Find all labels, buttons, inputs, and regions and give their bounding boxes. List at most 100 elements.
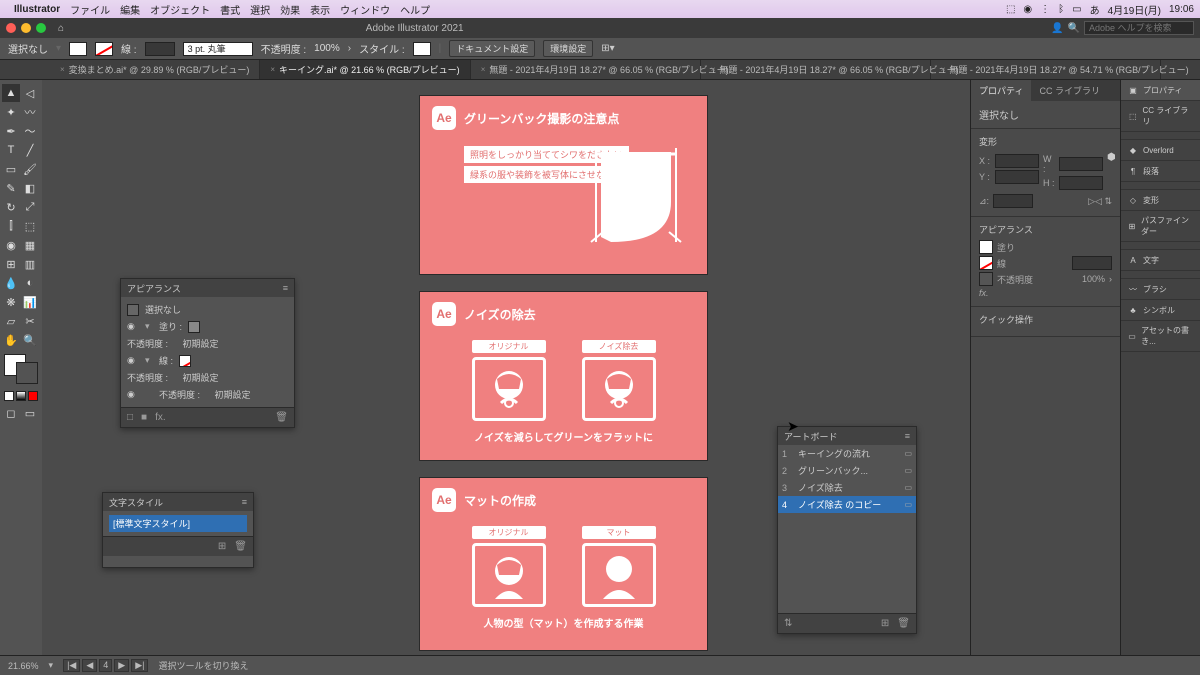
new-style-icon[interactable]: ⊞ — [218, 541, 226, 552]
slice-tool[interactable]: ✂ — [21, 312, 39, 330]
artboard-row[interactable]: 3ノイズ除去▭ — [778, 479, 916, 496]
menu-window[interactable]: ウィンドウ — [340, 2, 390, 17]
opacity-value[interactable]: 100% — [1082, 274, 1105, 284]
menu-effect[interactable]: 効果 — [280, 2, 300, 17]
panel-menu-icon[interactable]: ≡ — [242, 497, 247, 507]
zoom-level[interactable]: 21.66% — [8, 661, 39, 671]
strip-pathfinder[interactable]: ⊞パスファインダー — [1121, 211, 1200, 242]
artboard-icon[interactable]: ▭ — [904, 466, 912, 475]
pen-tool[interactable]: ✒ — [2, 122, 20, 140]
status-dropbox-icon[interactable]: ⬚ — [1006, 4, 1015, 15]
rotate-input[interactable] — [993, 194, 1033, 208]
strip-brushes[interactable]: 〰ブラシ — [1121, 279, 1200, 300]
artboards-panel[interactable]: アートボード≡ 1キーイングの流れ▭ 2グリーンバック...▭ 3ノイズ除去▭ … — [777, 426, 917, 634]
scale-tool[interactable]: ⤢ — [21, 198, 39, 216]
close-icon[interactable] — [6, 23, 16, 33]
doc-tab[interactable]: ×変換まとめ.ai* @ 29.89 % (RGB/プレビュー) — [50, 60, 260, 79]
free-transform-tool[interactable]: ⬚ — [21, 217, 39, 235]
eraser-tool[interactable]: ◧ — [21, 179, 39, 197]
home-icon[interactable]: ⌂ — [58, 23, 64, 34]
opacity-value[interactable]: 初期設定 — [183, 337, 219, 350]
strip-symbols[interactable]: ♣シンボル — [1121, 300, 1200, 321]
trash-icon[interactable]: 🗑 — [897, 618, 910, 629]
close-tab-icon[interactable]: × — [481, 65, 486, 74]
artboard-row[interactable]: 4ノイズ除去 のコピー▭ — [778, 496, 916, 513]
trash-icon[interactable]: 🗑 — [234, 541, 247, 552]
perspective-tool[interactable]: ▦ — [21, 236, 39, 254]
strip-overlord[interactable]: ◆Overlord — [1121, 140, 1200, 161]
menu-help[interactable]: ヘルプ — [400, 2, 430, 17]
menu-view[interactable]: 表示 — [310, 2, 330, 17]
align-icon[interactable]: ⊞▾ — [601, 43, 614, 54]
artboard-nav[interactable]: |◀◀4▶▶| — [63, 659, 148, 672]
close-tab-icon[interactable]: × — [60, 65, 65, 74]
search-icon[interactable]: 🔍 — [1068, 23, 1080, 34]
add-fill-icon[interactable]: ■ — [141, 412, 147, 423]
trash-icon[interactable]: 🗑 — [275, 412, 288, 423]
menu-type[interactable]: 書式 — [220, 2, 240, 17]
opacity-swatch[interactable] — [979, 272, 993, 286]
document-setup-button[interactable]: ドキュメント設定 — [449, 40, 535, 57]
color-chip[interactable] — [4, 391, 14, 401]
width-tool[interactable]: ⫿ — [2, 217, 20, 235]
stroke-weight-empty[interactable] — [145, 42, 175, 56]
direct-selection-tool[interactable]: ◁ — [21, 84, 39, 102]
opacity-value[interactable]: 初期設定 — [215, 388, 251, 401]
blend-tool[interactable]: ◐ — [21, 274, 39, 292]
visibility-icon[interactable]: ◉ — [127, 355, 139, 366]
stroke-weight-input[interactable] — [1072, 256, 1112, 270]
tab-cc-libraries[interactable]: CC ライブラリ — [1031, 80, 1108, 101]
paintbrush-tool[interactable]: 🖌 — [21, 160, 39, 178]
visibility-icon[interactable]: ◉ — [127, 321, 139, 332]
app-menu[interactable]: Illustrator — [14, 4, 60, 15]
new-artboard-icon[interactable]: ⊞ — [881, 618, 889, 629]
menu-edit[interactable]: 編集 — [120, 2, 140, 17]
artboard-icon[interactable]: ▭ — [904, 483, 912, 492]
artboard-tool[interactable]: ▱ — [2, 312, 20, 330]
graph-tool[interactable]: 📊 — [21, 293, 39, 311]
h-input[interactable] — [1059, 176, 1103, 190]
zoom-icon[interactable] — [36, 23, 46, 33]
rotate-tool[interactable]: ↻ — [2, 198, 20, 216]
draw-mode[interactable]: ◻ — [2, 404, 20, 422]
close-tab-icon[interactable]: × — [270, 65, 275, 74]
gradient-tool[interactable]: ▥ — [21, 255, 39, 273]
gradient-chip[interactable] — [16, 391, 26, 401]
menu-select[interactable]: 選択 — [250, 2, 270, 17]
doc-tab[interactable]: ×無題 - 2021年4月19日 18.27* @ 54.71 % (RGB/プ… — [931, 60, 1161, 79]
fill-swatch[interactable] — [69, 42, 87, 56]
panel-menu-icon[interactable]: ≡ — [283, 283, 288, 293]
lasso-tool[interactable]: 〰 — [21, 103, 39, 121]
w-input[interactable] — [1059, 157, 1103, 171]
fill-swatch[interactable] — [979, 240, 993, 254]
preferences-button[interactable]: 環境設定 — [543, 40, 593, 57]
canvas[interactable]: Ae グリーンバック撮影の注意点 照明をしっかり当ててシワをださない 緑系の服や… — [42, 80, 970, 655]
selection-tool[interactable]: ▲ — [2, 84, 20, 102]
artboard-noise[interactable]: Ae ノイズの除去 オリジナル ノイズ除去 ノイズを減らしてグリーンをフラットに — [420, 292, 707, 460]
strip-character[interactable]: A文字 — [1121, 250, 1200, 271]
text-style-panel[interactable]: 文字スタイル≡ [標準文字スタイル] ⊞🗑 — [102, 492, 254, 568]
status-bt-icon[interactable]: ᛒ — [1058, 4, 1064, 15]
fill-stroke-control[interactable] — [4, 354, 38, 384]
rectangle-tool[interactable]: ▭ — [2, 160, 20, 178]
hand-tool[interactable]: ✋ — [2, 331, 20, 349]
appearance-panel[interactable]: アピアランス≡ 選択なし ◉▾塗り : 不透明度 : 初期設定 ◉▾線 : 不透… — [120, 278, 295, 428]
style-swatch[interactable] — [413, 42, 431, 56]
doc-tab[interactable]: ×無題 - 2021年4月19日 18.27* @ 66.05 % (RGB/プ… — [471, 60, 701, 79]
minimize-icon[interactable] — [21, 23, 31, 33]
text-style-item[interactable]: [標準文字スタイル] — [109, 515, 247, 532]
status-wifi-icon[interactable]: ⋮ — [1040, 4, 1050, 15]
help-search-input[interactable] — [1084, 21, 1194, 35]
doc-tab[interactable]: ×キーイング.ai* @ 21.66 % (RGB/プレビュー) — [260, 60, 470, 79]
rearrange-icon[interactable]: ⇅ — [784, 618, 792, 629]
artboard-greenback[interactable]: Ae グリーンバック撮影の注意点 照明をしっかり当ててシワをださない 緑系の服や… — [420, 96, 707, 274]
opacity-value[interactable]: 初期設定 — [183, 371, 219, 384]
strip-asset-export[interactable]: ▭アセットの書き... — [1121, 321, 1200, 352]
line-tool[interactable]: ╱ — [21, 141, 39, 159]
type-tool[interactable]: T — [2, 141, 20, 159]
strip-cc-libraries[interactable]: ⬚CC ライブラリ — [1121, 101, 1200, 132]
stroke-swatch[interactable] — [979, 256, 993, 270]
add-stroke-icon[interactable]: □ — [127, 412, 133, 423]
status-input-icon[interactable]: あ — [1090, 2, 1100, 17]
status-battery-icon[interactable]: ▭ — [1072, 4, 1081, 15]
